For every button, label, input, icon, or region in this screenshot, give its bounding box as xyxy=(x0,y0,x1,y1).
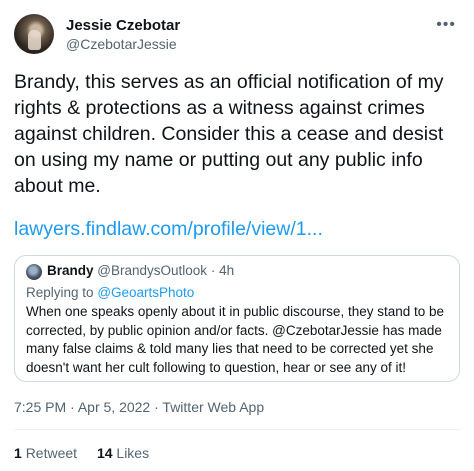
tweet-header: Jessie Czebotar @CzebotarJessie ••• xyxy=(14,14,460,58)
tweet-card: Jessie Czebotar @CzebotarJessie ••• Bran… xyxy=(0,0,474,471)
quoted-timestamp: 4h xyxy=(219,263,235,278)
quoted-author-name: Brandy xyxy=(47,263,94,278)
meta-separator-2: · xyxy=(154,399,159,415)
quoted-author-handle: @BrandysOutlook xyxy=(97,263,208,278)
tweet-link[interactable]: lawyers.findlaw.com/profile/view/1... xyxy=(14,216,323,242)
quoted-tweet-header: Brandy @BrandysOutlook · 4h xyxy=(47,262,234,280)
replying-to-label: Replying to xyxy=(26,285,94,300)
retweets-count: 1 xyxy=(14,445,22,461)
tweet-text: Brandy, this serves as an official notif… xyxy=(14,71,444,197)
divider xyxy=(14,429,460,430)
replying-to: Replying to @GeoartsPhoto xyxy=(26,284,194,302)
likes-count: 14 xyxy=(96,445,113,461)
tweet-date[interactable]: Apr 5, 2022 xyxy=(78,399,150,415)
quoted-separator: · xyxy=(210,263,216,278)
author-display-name[interactable]: Jessie Czebotar xyxy=(66,16,180,35)
more-horizontal-icon[interactable]: ••• xyxy=(436,16,456,34)
retweets-stat[interactable]: 1 Retweet xyxy=(14,443,77,463)
author-handle[interactable]: @CzebotarJessie xyxy=(66,35,180,54)
retweets-label: Retweet xyxy=(25,445,78,461)
quoted-author-avatar xyxy=(26,264,42,280)
likes-stat[interactable]: 14 Likes xyxy=(97,443,149,463)
author-avatar[interactable] xyxy=(14,14,54,54)
quoted-tweet[interactable]: Brandy @BrandysOutlook · 4h Replying to … xyxy=(14,255,460,382)
meta-separator-1: · xyxy=(70,399,75,415)
tweet-time[interactable]: 7:25 PM xyxy=(14,399,66,415)
tweet-meta: 7:25 PM · Apr 5, 2022 · Twitter Web App xyxy=(14,397,264,417)
likes-label: Likes xyxy=(116,445,150,461)
quoted-tweet-text: When one speaks openly about it in publi… xyxy=(26,304,445,376)
tweet-stats: 1 Retweet 14 Likes xyxy=(14,443,165,463)
tweet-source[interactable]: Twitter Web App xyxy=(162,399,264,415)
replying-to-handle[interactable]: @GeoartsPhoto xyxy=(97,285,194,300)
author-names: Jessie Czebotar @CzebotarJessie xyxy=(66,16,180,54)
